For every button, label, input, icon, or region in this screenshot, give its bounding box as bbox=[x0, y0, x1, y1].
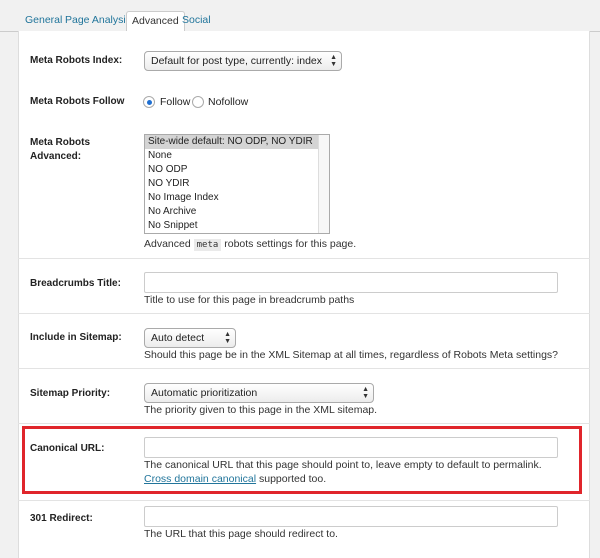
include-sitemap-desc: Should this page be in the XML Sitemap a… bbox=[144, 349, 559, 361]
redirect-url-input[interactable] bbox=[144, 506, 558, 527]
listbox-scrollbar[interactable] bbox=[318, 135, 329, 233]
include-sitemap-select[interactable]: Auto detect ▲ ▼ bbox=[144, 328, 236, 348]
select-arrows-icon: ▲ ▼ bbox=[224, 331, 231, 345]
robots-index-label: Meta Robots Index: bbox=[30, 55, 123, 66]
tab-advanced[interactable]: Advanced bbox=[126, 11, 185, 33]
select-arrows-icon: ▲ ▼ bbox=[362, 386, 369, 400]
tab-bar: General Page Analysis Advanced Social bbox=[0, 0, 600, 33]
robots-index-value: Default for post type, currently: index bbox=[151, 55, 322, 67]
canonical-url-desc-2: Cross domain canonical supported too. bbox=[144, 473, 326, 485]
breadcrumbs-title-input[interactable] bbox=[144, 272, 558, 293]
nofollow-radio-label: Nofollow bbox=[208, 96, 249, 108]
divider bbox=[18, 500, 590, 501]
listbox-option[interactable]: No Snippet bbox=[145, 219, 329, 233]
redirect-desc: The URL that this page should redirect t… bbox=[144, 528, 338, 540]
robots-follow-label: Meta Robots Follow bbox=[30, 96, 125, 107]
listbox-option[interactable]: No Archive bbox=[145, 205, 329, 219]
robots-advanced-desc-text: robots settings for this page. bbox=[224, 238, 357, 250]
include-sitemap-label: Include in Sitemap: bbox=[30, 332, 122, 343]
breadcrumbs-title-label: Breadcrumbs Title: bbox=[30, 278, 121, 289]
listbox-option[interactable]: No Image Index bbox=[145, 191, 329, 205]
divider bbox=[18, 258, 590, 259]
robots-advanced-desc-text: Advanced bbox=[144, 238, 191, 250]
divider bbox=[18, 423, 590, 424]
divider bbox=[18, 313, 590, 314]
breadcrumbs-title-desc: Title to use for this page in breadcrumb… bbox=[144, 294, 355, 306]
sitemap-priority-label: Sitemap Priority: bbox=[30, 388, 111, 399]
canonical-url-input[interactable] bbox=[144, 437, 558, 458]
robots-advanced-listbox[interactable]: Site-wide default: NO ODP, NO YDIR None … bbox=[144, 134, 330, 234]
canonical-url-desc-tail: supported too. bbox=[258, 473, 327, 485]
listbox-option[interactable]: NO ODP bbox=[145, 163, 329, 177]
robots-advanced-desc: Advanced meta robots settings for this p… bbox=[144, 238, 357, 251]
listbox-option[interactable]: NO YDIR bbox=[145, 177, 329, 191]
nofollow-radio[interactable] bbox=[192, 96, 204, 108]
tab-page-analysis[interactable]: Page Analysis bbox=[60, 11, 136, 32]
canonical-url-label: Canonical URL: bbox=[30, 443, 105, 454]
select-arrows-icon: ▲ ▼ bbox=[330, 54, 337, 68]
robots-advanced-label: Meta Robots Advanced: bbox=[30, 136, 90, 164]
sitemap-priority-desc: The priority given to this page in the X… bbox=[144, 404, 378, 416]
canonical-url-desc: The canonical URL that this page should … bbox=[144, 459, 542, 471]
robots-advanced-label-line2: Advanced: bbox=[30, 151, 82, 162]
sitemap-priority-value: Automatic prioritization bbox=[151, 387, 258, 399]
follow-radio[interactable] bbox=[143, 96, 155, 108]
include-sitemap-value: Auto detect bbox=[151, 332, 205, 344]
meta-code: meta bbox=[193, 239, 222, 251]
follow-radio-label: Follow bbox=[160, 96, 191, 108]
robots-advanced-label-line1: Meta Robots bbox=[30, 137, 90, 148]
listbox-option[interactable]: Site-wide default: NO ODP, NO YDIR bbox=[145, 135, 329, 149]
cross-domain-canonical-link[interactable]: Cross domain canonical bbox=[144, 473, 256, 485]
divider bbox=[18, 368, 590, 369]
sitemap-priority-select[interactable]: Automatic prioritization ▲ ▼ bbox=[144, 383, 374, 403]
tab-social[interactable]: Social bbox=[177, 11, 216, 32]
listbox-option[interactable]: None bbox=[145, 149, 329, 163]
robots-index-select[interactable]: Default for post type, currently: index … bbox=[144, 51, 342, 71]
redirect-label: 301 Redirect: bbox=[30, 513, 93, 524]
